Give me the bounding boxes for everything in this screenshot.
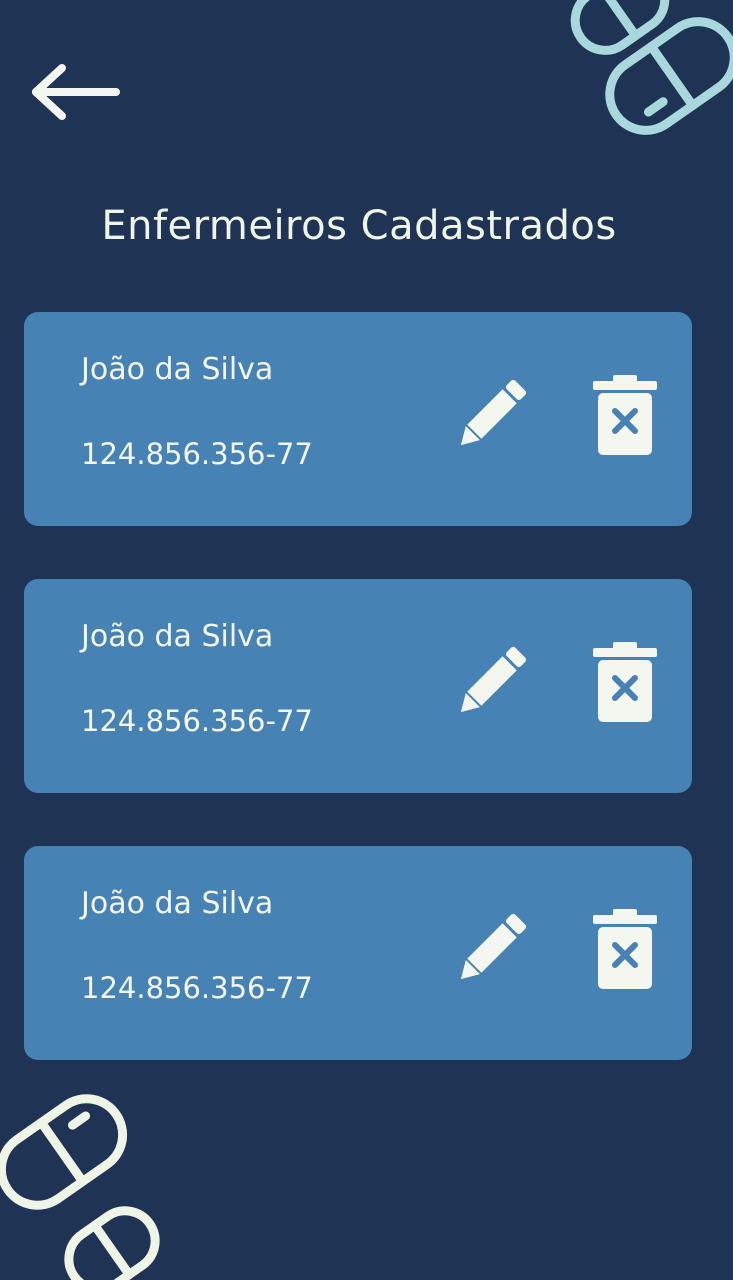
delete-button[interactable] bbox=[590, 370, 660, 460]
nurse-name: João da Silva bbox=[81, 352, 274, 387]
page-title: Enfermeiros Cadastrados bbox=[101, 203, 617, 249]
edit-button[interactable] bbox=[444, 637, 540, 725]
trash-x-icon bbox=[593, 642, 657, 722]
nurse-cpf: 124.856.356-77 bbox=[81, 704, 313, 738]
pill-decoration-top bbox=[570, 0, 733, 135]
pencil-icon bbox=[460, 913, 527, 980]
back-button[interactable] bbox=[26, 58, 122, 126]
nurse-card: João da Silva 124.856.356-77 bbox=[24, 312, 692, 526]
trash-x-icon bbox=[593, 375, 657, 455]
pencil-icon bbox=[460, 379, 527, 446]
nurse-card: João da Silva 124.856.356-77 bbox=[24, 846, 692, 1060]
pencil-icon bbox=[460, 646, 527, 713]
screen: Enfermeiros Cadastrados João da Silva 12… bbox=[0, 0, 733, 1280]
arrow-left-icon bbox=[32, 64, 120, 120]
nurse-name: João da Silva bbox=[81, 619, 274, 654]
delete-button[interactable] bbox=[590, 637, 660, 727]
edit-button[interactable] bbox=[444, 904, 540, 992]
nurse-card: João da Silva 124.856.356-77 bbox=[24, 579, 692, 793]
nurse-name: João da Silva bbox=[81, 886, 274, 921]
pill-decoration-bottom bbox=[0, 1094, 160, 1280]
trash-x-icon bbox=[593, 909, 657, 989]
delete-button[interactable] bbox=[590, 904, 660, 994]
nurse-cpf: 124.856.356-77 bbox=[81, 971, 313, 1005]
nurse-cpf: 124.856.356-77 bbox=[81, 437, 313, 471]
edit-button[interactable] bbox=[444, 370, 540, 458]
